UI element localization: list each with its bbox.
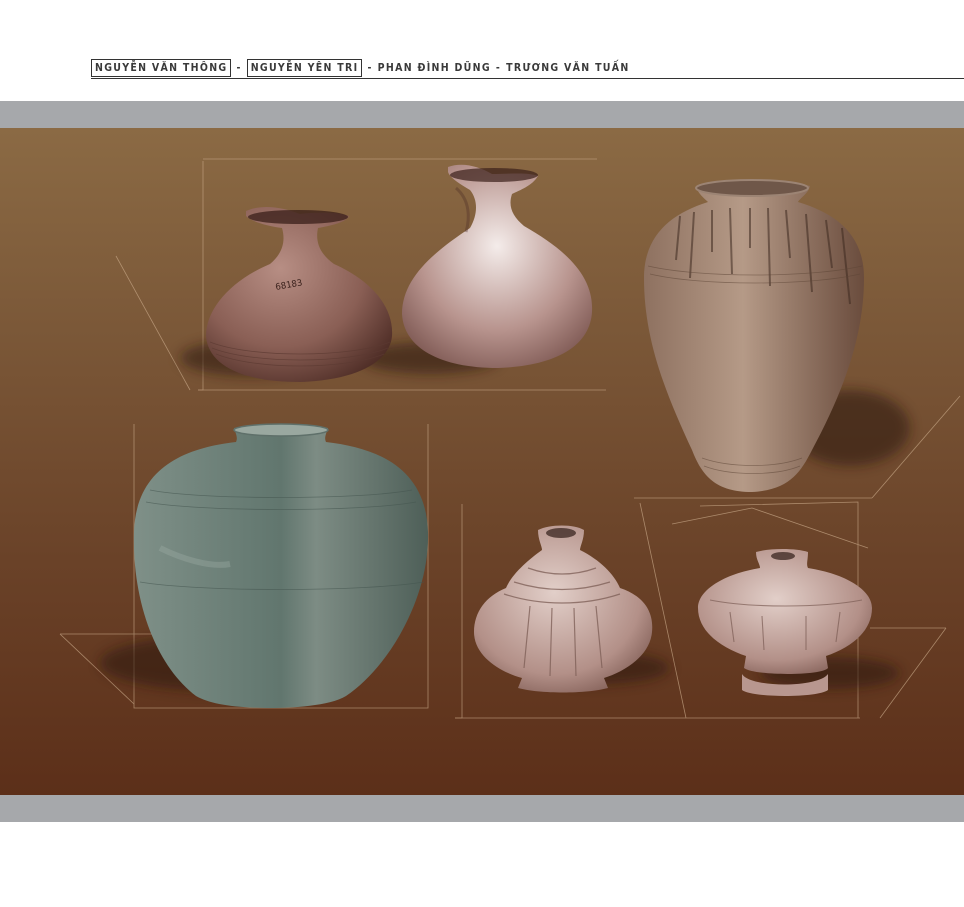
brown-squat-bottle: 68183 (206, 207, 393, 382)
separator-3: - (495, 62, 502, 74)
header-rule (91, 78, 964, 79)
author-name-1: NGUYỄN VĂN THÔNG (91, 59, 232, 77)
author-name-2: NGUYỄN YÊN TRI (246, 59, 363, 77)
bottom-gray-band (0, 795, 964, 822)
top-gray-band (0, 101, 964, 128)
pale-pear-bottle (402, 164, 593, 368)
ceramics-photo-plate: 68183 (0, 128, 964, 795)
small-ribbed-pot (474, 525, 653, 693)
ceramics-illustration: 68183 (59, 158, 961, 719)
green-glazed-jar (133, 423, 429, 708)
author-name-4: TRƯƠNG VĂN TUẤN (506, 62, 630, 74)
separator-2: - (367, 62, 373, 74)
author-name-3: PHAN ĐÌNH DŨNG (377, 62, 491, 74)
running-header: NGUYỄN VĂN THÔNG - NGUYỄN YÊN TRI - PHAN… (91, 58, 630, 78)
separator-1: - (236, 62, 242, 74)
